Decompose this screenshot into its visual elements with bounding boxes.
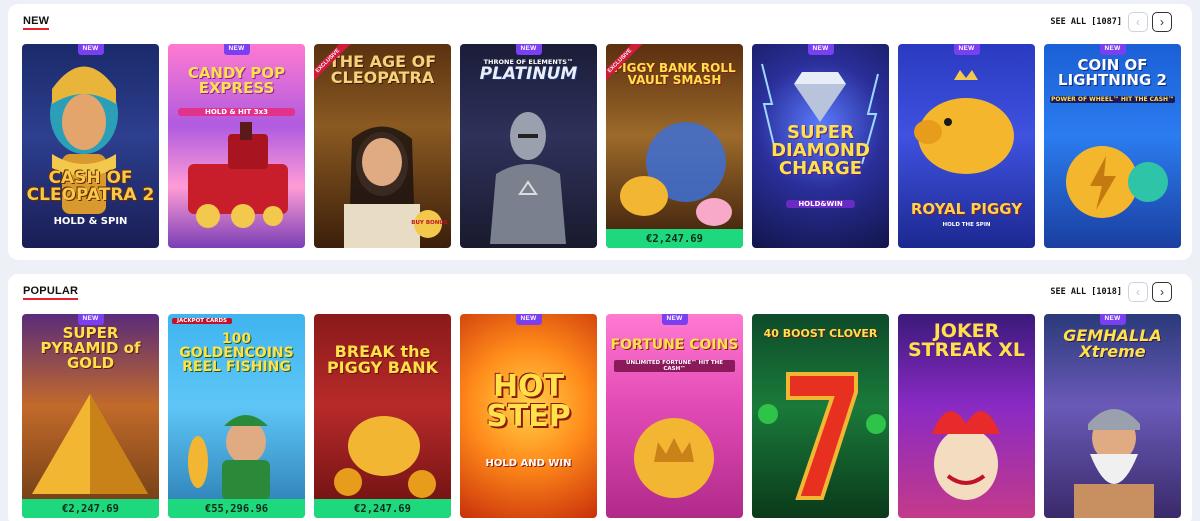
new-badge: NEW — [77, 314, 104, 325]
game-card-candy-pop-express[interactable]: NEW CANDY POP EXPRESS HOLD & HIT 3x3 — [168, 44, 305, 248]
new-badge: NEW — [661, 314, 688, 325]
game-title: 40 BOOST CLOVER — [763, 327, 878, 340]
game-card-gemhalla-xtreme[interactable]: NEW GEMHALLA Xtreme — [1044, 314, 1181, 518]
chevron-left-icon: ‹ — [1136, 15, 1140, 29]
game-title: THE AGE OF CLEOPATRA — [328, 52, 437, 87]
game-subtitle: UNLIMITED FORTUNE™ HIT THE CASH™ — [614, 360, 735, 372]
game-title: PIGGY BANK ROLL VAULT SMASH — [613, 61, 736, 87]
game-card-coin-of-lightning-2[interactable]: NEW COIN OF LIGHTNING 2 POWER OF WHEEL™ … — [1044, 44, 1181, 248]
new-badge: NEW — [77, 44, 104, 55]
game-card-reel-fishing[interactable]: JACKPOT CARDS 100 GOLDENCOINS REEL FISHI… — [168, 314, 305, 518]
game-title: PLATINUM — [479, 64, 578, 84]
game-card-platinum[interactable]: NEW THRONE OF ELEMENTS™ PLATINUM — [460, 44, 597, 248]
chevron-right-icon: › — [1160, 15, 1164, 29]
game-card-piggy-bank-roll[interactable]: EXCLUSIVE PIGGY BANK ROLL VAULT SMASH €2… — [606, 44, 743, 248]
game-card-40-boost-clover[interactable]: 40 BOOST CLOVER — [752, 314, 889, 518]
new-badge: NEW — [807, 44, 834, 55]
popular-games-section: POPULAR SEE ALL [1018] ‹ › NEW SUPER PYR… — [8, 274, 1192, 521]
new-badge: NEW — [1099, 314, 1126, 325]
game-title: CANDY POP EXPRESS — [187, 64, 286, 97]
section-title-new: NEW — [23, 15, 50, 30]
prev-arrow-button[interactable]: ‹ — [1128, 12, 1148, 32]
new-badge: NEW — [515, 44, 542, 55]
jackpot-amount: €55,296.96 — [168, 499, 305, 518]
next-arrow-button[interactable]: › — [1152, 12, 1172, 32]
game-title: ROYAL PIGGY — [910, 200, 1023, 218]
game-subtitle: HOLD THE SPIN — [942, 222, 991, 228]
game-card-break-the-piggy-bank[interactable]: BREAK the PIGGY BANK €2,247.69 — [314, 314, 451, 518]
game-card-age-of-cleopatra[interactable]: EXCLUSIVE THE AGE OF CLEOPATRA BUY BONUS — [314, 44, 451, 248]
next-arrow-button[interactable]: › — [1152, 282, 1172, 302]
game-title: COIN OF LIGHTNING 2 — [1058, 56, 1167, 89]
jackpot-amount: €2,247.69 — [606, 229, 743, 248]
game-subtitle: BUY BONUS — [411, 220, 448, 226]
game-subtitle: POWER OF WHEEL™ HIT THE CASH™ — [1050, 96, 1175, 103]
new-games-row: NEW CASH OF CLEOPATRA 2 HOLD & SPIN NEW … — [22, 44, 1181, 248]
jackpot-amount: €2,247.69 — [22, 499, 159, 518]
game-card-super-pyramid-of-gold[interactable]: NEW SUPER PYRAMID of GOLD €2,247.69 — [22, 314, 159, 518]
game-title: CASH OF CLEOPATRA 2 — [26, 168, 155, 205]
see-all-new-link[interactable]: SEE ALL [1087] — [1050, 17, 1122, 27]
section-title-popular: POPULAR — [23, 285, 79, 300]
game-subtitle: HOLD AND WIN — [485, 458, 572, 469]
chevron-left-icon: ‹ — [1136, 285, 1140, 299]
game-subtitle: HOLD&WIN — [786, 200, 855, 208]
new-badge: NEW — [1099, 44, 1126, 55]
game-card-super-diamond-charge[interactable]: NEW SUPER DIAMOND CHARGE HOLD&WIN — [752, 44, 889, 248]
game-title: BREAK the PIGGY BANK — [326, 342, 439, 377]
game-subtitle: HOLD & HIT 3x3 — [178, 108, 295, 116]
game-title: 100 GOLDENCOINS REEL FISHING — [179, 331, 294, 375]
prev-arrow-button[interactable]: ‹ — [1128, 282, 1148, 302]
lucky-seven-artwork — [758, 372, 886, 500]
jackpot-amount: €2,247.69 — [314, 499, 451, 518]
game-subtitle: HOLD & SPIN — [53, 216, 128, 227]
game-title: JOKER STREAK XL — [907, 320, 1026, 361]
new-badge: NEW — [515, 314, 542, 325]
game-title: GEMHALLA Xtreme — [1063, 326, 1162, 361]
game-card-joker-streak-xl[interactable]: JOKER STREAK XL — [898, 314, 1035, 518]
game-subtitle: JACKPOT CARDS — [172, 318, 232, 324]
popular-games-row: NEW SUPER PYRAMID of GOLD €2,247.69 JACK… — [22, 314, 1181, 518]
game-card-cash-of-cleopatra-2[interactable]: NEW CASH OF CLEOPATRA 2 HOLD & SPIN — [22, 44, 159, 248]
new-badge: NEW — [953, 44, 980, 55]
game-title: SUPER DIAMOND CHARGE — [771, 122, 870, 179]
game-title: HOT STEP — [486, 369, 571, 434]
game-title: SUPER PYRAMID of GOLD — [40, 324, 141, 372]
game-card-fortune-coins[interactable]: NEW FORTUNE COINS UNLIMITED FORTUNE™ HIT… — [606, 314, 743, 518]
new-badge: NEW — [223, 44, 250, 55]
new-games-section: NEW SEE ALL [1087] ‹ › NEW CASH OF CLEOP… — [8, 4, 1192, 260]
game-card-royal-piggy[interactable]: NEW ROYAL PIGGY HOLD THE SPIN — [898, 44, 1035, 248]
see-all-popular-link[interactable]: SEE ALL [1018] — [1050, 287, 1122, 297]
game-title: FORTUNE COINS — [610, 337, 739, 353]
chevron-right-icon: › — [1160, 285, 1164, 299]
game-card-hot-step[interactable]: NEW HOT STEP HOLD AND WIN — [460, 314, 597, 518]
